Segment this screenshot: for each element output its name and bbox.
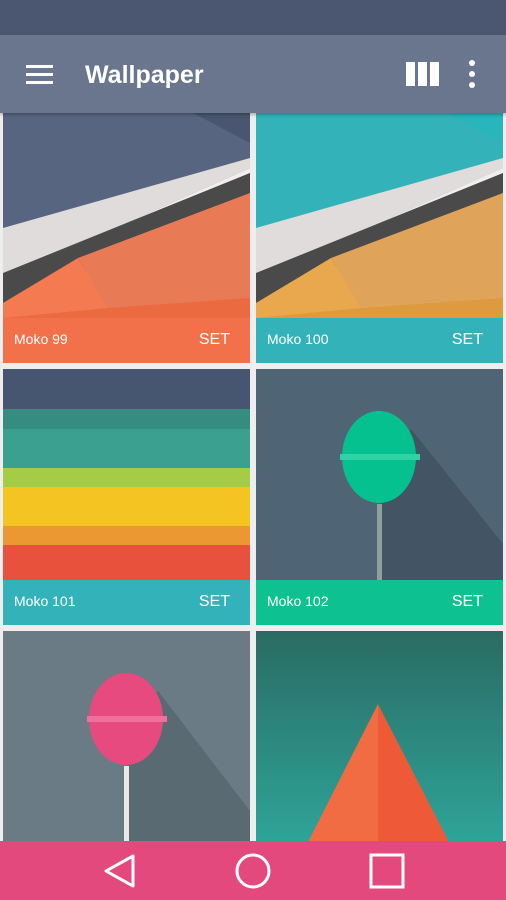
navigation-bar <box>0 841 506 900</box>
recents-icon[interactable] <box>367 851 407 891</box>
set-wallpaper-button[interactable]: SET <box>452 593 483 611</box>
wallpaper-card[interactable]: Moko 102 SET <box>256 369 503 625</box>
wallpaper-name: Moko 100 <box>267 331 329 347</box>
wallpaper-card[interactable]: Moko 101 SET <box>3 369 250 625</box>
wallpaper-thumbnail <box>256 631 503 846</box>
wallpaper-caption: Moko 99 SET <box>3 318 250 363</box>
hamburger-menu-icon[interactable] <box>26 65 53 85</box>
home-icon[interactable] <box>233 851 273 891</box>
wallpaper-caption: Moko 100 SET <box>256 318 503 363</box>
column-view-icon[interactable] <box>406 62 439 86</box>
wallpaper-card[interactable]: Moko 100 SET <box>256 113 503 363</box>
set-wallpaper-button[interactable]: SET <box>199 331 230 349</box>
wallpaper-card[interactable]: Moko 99 SET <box>3 113 250 363</box>
wallpaper-caption: Moko 102 SET <box>256 580 503 625</box>
wallpaper-card[interactable] <box>3 631 250 846</box>
set-wallpaper-button[interactable]: SET <box>199 593 230 611</box>
status-bar <box>0 0 506 35</box>
set-wallpaper-button[interactable]: SET <box>452 331 483 349</box>
wallpaper-name: Moko 102 <box>267 593 329 609</box>
wallpaper-card[interactable] <box>256 631 503 846</box>
app-bar: Wallpaper <box>0 35 506 113</box>
wallpaper-thumbnail <box>3 631 250 846</box>
wallpaper-name: Moko 99 <box>14 331 68 347</box>
wallpaper-caption: Moko 101 SET <box>3 580 250 625</box>
wallpaper-name: Moko 101 <box>14 593 76 609</box>
page-title: Wallpaper <box>85 61 204 89</box>
back-icon[interactable] <box>100 851 140 891</box>
more-vertical-icon[interactable] <box>466 60 478 88</box>
